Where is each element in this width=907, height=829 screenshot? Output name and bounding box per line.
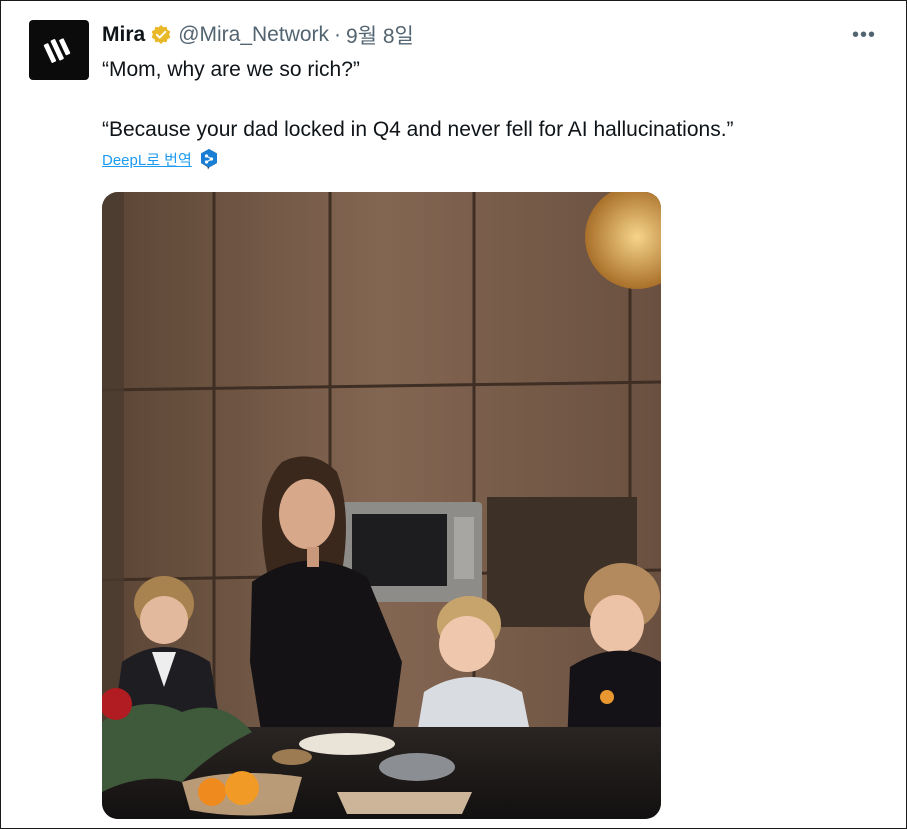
translate-row: DeepL로 번역 — [102, 148, 219, 170]
tweet-text-line-1: “Mom, why are we so rich?” — [102, 58, 360, 81]
tweet-text-line-2: “Because your dad locked in Q4 and never… — [102, 118, 734, 141]
deepl-icon[interactable] — [199, 148, 219, 170]
tweet-date[interactable]: 9월 8일 — [346, 20, 414, 50]
tweet-photo[interactable] — [102, 192, 661, 819]
more-options-icon[interactable]: ••• — [849, 23, 879, 47]
author-name[interactable]: Mira — [102, 23, 145, 47]
tweet-card[interactable]: Mira @Mira_Network · 9월 8일 ••• “Mom, why… — [0, 0, 907, 829]
tweet-header: Mira @Mira_Network · 9월 8일 — [102, 22, 414, 48]
author-handle[interactable]: @Mira_Network — [178, 23, 329, 47]
verified-badge-icon — [150, 24, 172, 46]
header-separator: · — [334, 23, 342, 46]
mira-logo-icon — [43, 38, 71, 63]
avatar[interactable] — [29, 20, 89, 80]
translate-link[interactable]: DeepL로 번역 — [102, 149, 192, 170]
